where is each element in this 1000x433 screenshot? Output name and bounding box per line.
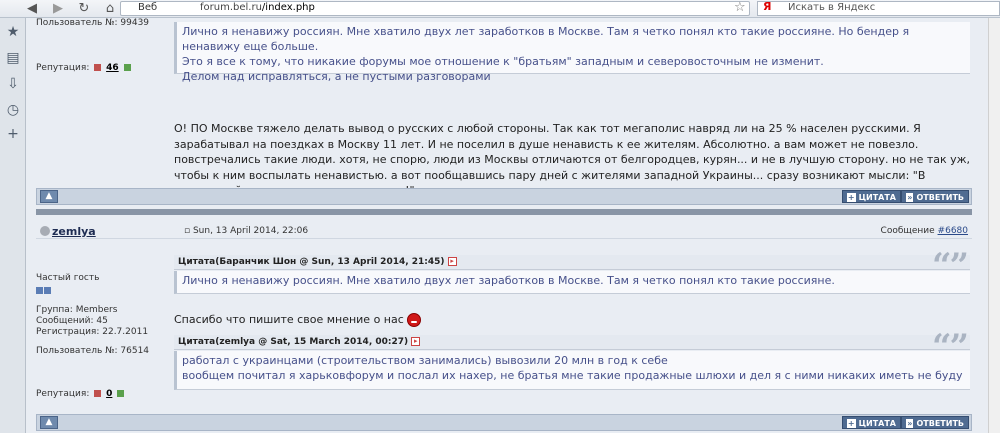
quote-line: вообщем почитал я харьковфорум и послал … xyxy=(182,369,963,382)
rep-plus-icon[interactable] xyxy=(123,64,131,71)
rep-plus-icon[interactable] xyxy=(117,390,125,397)
post2-reputation: Репутация: 0 xyxy=(36,389,196,400)
page-scrollbar[interactable] xyxy=(988,18,1000,433)
scroll-top-button[interactable]: ▲ xyxy=(40,190,58,203)
user-number: Пользователь №: 99439 xyxy=(36,18,150,28)
quote-button[interactable]: + ЦИТАТА xyxy=(841,416,901,429)
forum-content: Пользователь №: 99439 Репутация: 46 Личн… xyxy=(26,18,988,433)
message-link[interactable]: #6680 xyxy=(938,226,968,236)
history-icon[interactable]: ◷ xyxy=(5,102,21,118)
download-icon[interactable]: ⇩ xyxy=(5,76,21,92)
scroll-top-button[interactable]: ▲ xyxy=(40,416,58,429)
quote-button[interactable]: + ЦИТАТА xyxy=(841,190,901,203)
tab-label: Веб xyxy=(138,2,158,13)
browser-sidebar: ★ ▤ ⇩ ◷ + xyxy=(0,18,26,433)
search-placeholder: Искать в Яндекс xyxy=(788,2,876,13)
quote-line: Делом над исправляться, а не пустыми раз… xyxy=(182,70,491,83)
reputation-value[interactable]: 46 xyxy=(106,63,119,73)
quote-line: Лично я ненавижу россиян. Мне хватило дв… xyxy=(182,25,910,53)
post2-profile: Частый гость Группа: Members Сообщений: … xyxy=(36,273,196,357)
post-body: О! ПО Москве тяжело делать вывод о русск… xyxy=(174,122,971,197)
quote-line: работал с украинцами (строительством зан… xyxy=(182,354,668,367)
post-action-bar: ▲ + ЦИТАТА » ОТВЕТИТЬ xyxy=(36,414,972,431)
rank-pips-icon xyxy=(36,286,196,297)
bookmark-star-icon[interactable]: ☆ xyxy=(734,0,746,15)
forward-arrow-icon[interactable]: ▶ xyxy=(48,1,68,17)
quote-source-arrow-icon[interactable]: ▸ xyxy=(447,257,457,266)
smiley-icon xyxy=(406,313,421,327)
user-status-icon xyxy=(40,226,50,236)
quote-header: Цитата(zemlya @ Sat, 15 March 2014, 00:2… xyxy=(174,335,970,350)
user-posts: Сообщений: 45 xyxy=(36,316,108,326)
quote-header: Цитата(Баранчик Шон @ Sun, 13 April 2014… xyxy=(174,255,970,270)
browser-toolbar: ◀ ▶ ↻ ⌂ Веб forum.bel.ru/index.php ☆ Я И… xyxy=(0,0,1000,18)
quote-marks-icon: “” xyxy=(932,327,969,367)
reputation-label: Репутация: xyxy=(36,63,90,73)
user-rank: Частый гость xyxy=(36,273,100,283)
quote-block: работал с украинцами (строительством зан… xyxy=(174,351,970,390)
post1-reputation: Репутация: 46 xyxy=(36,63,196,74)
back-arrow-icon[interactable]: ◀ xyxy=(22,1,42,17)
post-body: Спасибо что пишите свое мнение о нас xyxy=(174,312,974,328)
yandex-logo: Я xyxy=(763,0,772,13)
add-icon[interactable]: + xyxy=(5,126,21,142)
rep-minus-icon[interactable] xyxy=(94,390,102,397)
reply-button[interactable]: » ОТВЕТИТЬ xyxy=(901,190,969,203)
quote-marks-icon: “” xyxy=(932,246,969,286)
reputation-value[interactable]: 0 xyxy=(106,389,112,399)
post-username[interactable]: zemlya xyxy=(52,225,96,238)
post-date: ▫ Sun, 13 April 2014, 22:06 xyxy=(184,226,309,236)
user-group: Группа: Members xyxy=(36,305,118,315)
quote-line: Это я все к тому, что никакие форумы мое… xyxy=(182,55,824,68)
post-action-bar: ▲ + ЦИТАТА » ОТВЕТИТЬ xyxy=(36,188,972,205)
web-icon: ⌂ xyxy=(105,1,115,16)
user-number: Пользователь №: 76514 xyxy=(36,346,150,356)
notes-icon[interactable]: ▤ xyxy=(5,50,21,66)
quote-source-arrow-icon[interactable]: ▸ xyxy=(411,337,421,346)
star-icon[interactable]: ★ xyxy=(5,24,21,40)
reputation-label: Репутация: xyxy=(36,389,90,399)
post1-profile: Пользователь №: 99439 xyxy=(36,18,196,29)
quote-block: Лично я ненавижу россиян. Мне хватило дв… xyxy=(174,271,970,294)
post2-header: zemlya ▫ Sun, 13 April 2014, 22:06 Сообщ… xyxy=(36,223,972,239)
post-separator xyxy=(36,209,972,215)
reload-icon[interactable]: ↻ xyxy=(74,1,94,17)
url-text[interactable]: forum.bel.ru/index.php xyxy=(200,2,315,13)
reply-button[interactable]: » ОТВЕТИТЬ xyxy=(901,416,969,429)
rep-minus-icon[interactable] xyxy=(94,64,102,71)
message-number: Сообщение #6680 xyxy=(880,226,968,236)
quote-block: Лично я ненавижу россиян. Мне хватило дв… xyxy=(174,22,970,83)
user-registration: Регистрация: 22.7.2011 xyxy=(36,327,149,337)
